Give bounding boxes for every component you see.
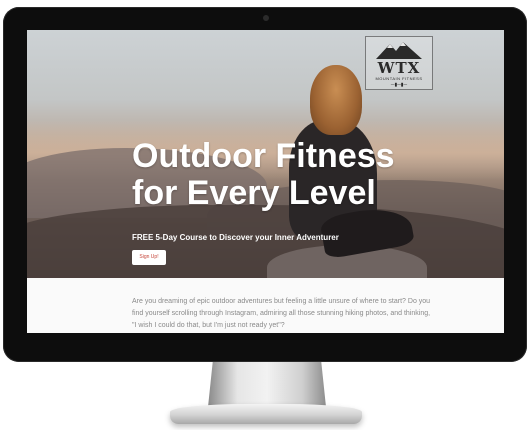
headline-line-1: Outdoor Fitness: [132, 137, 395, 175]
intro-section: Are you dreaming of epic outdoor adventu…: [27, 278, 504, 333]
mountain-icon: [376, 42, 422, 59]
brand-logo[interactable]: WTX MOUNTAIN FITNESS ─▮─▮─: [365, 36, 433, 90]
signup-button[interactable]: Sign Up!: [132, 250, 166, 265]
hiker-hair: [310, 65, 362, 135]
hero-headline: Outdoor Fitness for Every Level: [132, 138, 412, 212]
webcam: [263, 15, 269, 21]
hero-subheadline: FREE 5-Day Course to Discover your Inner…: [132, 233, 339, 242]
intro-paragraph: Are you dreaming of epic outdoor adventu…: [132, 298, 431, 329]
headline-line-2: for Every Level: [132, 174, 376, 212]
hero-section: WTX MOUNTAIN FITNESS ─▮─▮─ Outdoor Fitne…: [27, 30, 504, 278]
logo-wordmark: WTX: [377, 59, 421, 77]
monitor-stand-base: [170, 404, 362, 424]
logo-subtitle: MOUNTAIN FITNESS: [375, 76, 423, 81]
monitor-screen: WTX MOUNTAIN FITNESS ─▮─▮─ Outdoor Fitne…: [27, 30, 504, 333]
dumbbell-icon: ─▮─▮─: [390, 82, 408, 88]
monitor-stand-neck: [208, 362, 326, 407]
